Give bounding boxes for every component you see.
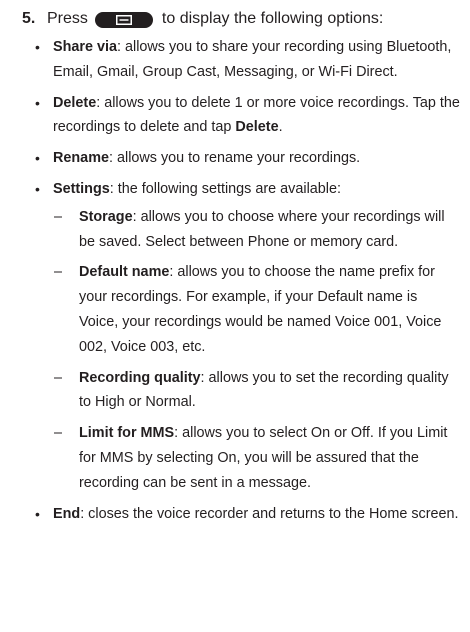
- option-desc-end: .: [278, 119, 283, 136]
- bullet: •: [35, 39, 40, 55]
- dash: –: [54, 425, 63, 442]
- step-instruction-text: to display the following options:: [161, 10, 384, 27]
- setting-term: Recording quality: [79, 369, 201, 386]
- step-5: 5. Press to display the following option…: [22, 6, 460, 522]
- option-share-via: • Share via: allows you to share your rec…: [30, 35, 460, 85]
- options-list: • Share via: allows you to share your rec…: [30, 35, 460, 532]
- option-rename: • Rename: allows you to rename your recor…: [30, 146, 460, 171]
- menu-lines-icon: [115, 15, 132, 25]
- bullet: •: [35, 505, 40, 522]
- bullet: •: [35, 150, 40, 167]
- step-number: 5.: [22, 10, 36, 27]
- option-desc: : allows you to rename your recordings.: [109, 150, 361, 167]
- setting-limit-for-mms: – Limit for MMS: allows you to select On …: [53, 421, 460, 495]
- manual-page: 5. Press to display the following option…: [0, 0, 470, 632]
- settings-sublist: – Storage: allows you to choose where you…: [53, 205, 460, 496]
- dash: –: [54, 208, 63, 225]
- option-term: Share via: [53, 39, 117, 55]
- option-desc: : closes the voice recorder and returns …: [80, 505, 459, 522]
- option-term: End: [53, 505, 81, 522]
- option-term: Rename: [53, 150, 109, 167]
- setting-term: Storage: [79, 208, 133, 225]
- menu-key-icon: [94, 12, 153, 28]
- step-heading: 5. Press to display the following option…: [22, 6, 460, 32]
- dash: –: [54, 264, 63, 281]
- step-press-text: Press: [47, 10, 88, 27]
- setting-recording-quality: – Recording quality: allows you to set th…: [53, 366, 460, 416]
- setting-storage: – Storage: allows you to choose where you…: [53, 205, 460, 255]
- setting-term: Limit for MMS: [79, 425, 175, 442]
- setting-default-name: – Default name: allows you to choose the …: [53, 260, 460, 359]
- dash: –: [54, 369, 63, 386]
- option-term: Delete: [53, 94, 97, 111]
- bullet: •: [35, 94, 40, 111]
- option-settings: • Settings: the following settings are av…: [30, 177, 460, 496]
- option-delete: • Delete: allows you to delete 1 or more …: [30, 91, 460, 141]
- option-end: • End: closes the voice recorder and retu…: [30, 502, 460, 527]
- option-term: Settings: [53, 180, 110, 197]
- option-term-inline: Delete: [235, 119, 279, 136]
- option-desc: : the following settings are available:: [109, 180, 341, 197]
- setting-term: Default name: [79, 264, 170, 281]
- setting-desc: : allows you to choose where your record…: [79, 208, 445, 250]
- bullet: •: [35, 180, 40, 197]
